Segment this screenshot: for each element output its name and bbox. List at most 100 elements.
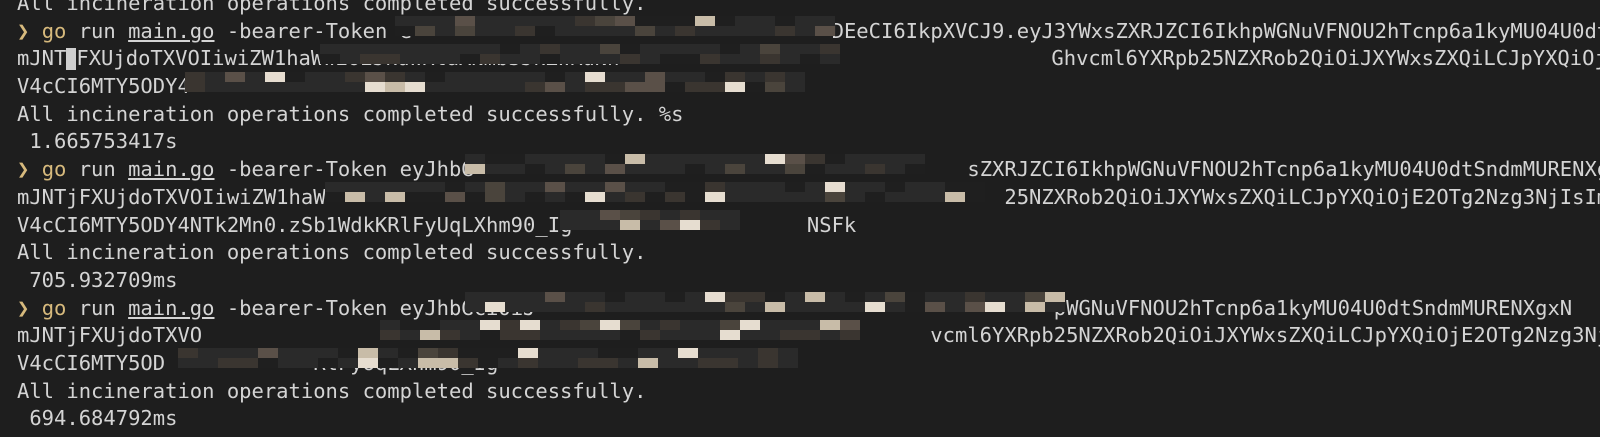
redaction-pixel bbox=[905, 154, 925, 164]
output-line: All incineration operations completed su… bbox=[17, 378, 1600, 406]
redaction-pixel bbox=[445, 82, 465, 92]
redaction-pixel bbox=[545, 82, 565, 92]
redaction-pixel bbox=[405, 192, 425, 202]
redaction-pixel bbox=[538, 348, 558, 358]
redaction-pixel bbox=[905, 302, 925, 312]
redaction-pixel bbox=[425, 182, 445, 192]
redaction-pixel bbox=[600, 320, 620, 330]
redaction-pixel bbox=[845, 164, 865, 174]
redaction-pixel bbox=[505, 182, 525, 192]
redaction-pixel bbox=[700, 210, 720, 220]
redaction-pixel bbox=[785, 182, 805, 192]
redaction-pixel bbox=[605, 292, 625, 302]
redaction-pixel bbox=[338, 348, 358, 358]
redaction-pixel bbox=[595, 16, 615, 26]
redaction-pixel bbox=[325, 182, 345, 192]
redaction-pixel bbox=[600, 44, 620, 54]
redaction-pixel bbox=[945, 182, 965, 192]
redaction-pixel bbox=[640, 320, 660, 330]
redaction-pixel bbox=[525, 154, 545, 164]
redaction-pixel bbox=[400, 44, 420, 54]
redaction-pixel bbox=[465, 292, 485, 302]
redaction-pixel bbox=[740, 54, 760, 64]
redaction-pixel bbox=[705, 154, 725, 164]
redaction-pixel bbox=[380, 44, 400, 54]
redaction-pixel bbox=[825, 154, 845, 164]
redaction-pixel bbox=[520, 320, 540, 330]
redaction-pixel bbox=[885, 154, 905, 164]
redaction-pixel bbox=[695, 26, 715, 36]
redaction-pixel bbox=[865, 164, 885, 174]
redaction-pixel bbox=[495, 16, 515, 26]
redaction-pixel bbox=[445, 72, 465, 82]
redaction-pixel bbox=[845, 302, 865, 312]
redaction-pixel bbox=[745, 292, 765, 302]
redaction-pixel bbox=[545, 292, 565, 302]
redaction-pixel bbox=[545, 164, 565, 174]
redaction-pixel bbox=[735, 16, 755, 26]
terminal-window[interactable]: All incineration operations completed su… bbox=[0, 0, 1600, 437]
command-file-link[interactable]: main.go bbox=[128, 157, 214, 181]
redaction-pixel bbox=[865, 154, 885, 164]
redaction-pixel bbox=[655, 26, 675, 36]
redaction-pixel bbox=[725, 164, 745, 174]
redaction-pixel bbox=[805, 192, 825, 202]
command-go: go bbox=[41, 157, 67, 182]
redaction-pixel bbox=[780, 330, 800, 340]
redaction-pixel bbox=[465, 154, 485, 164]
redaction-pixel bbox=[925, 192, 945, 202]
command-file-link[interactable]: main.go bbox=[128, 296, 214, 320]
redaction-pixel bbox=[505, 302, 525, 312]
output-text: All incineration operations completed su… bbox=[17, 0, 647, 15]
redaction-pixel bbox=[420, 44, 440, 54]
redaction-pixel bbox=[560, 210, 580, 220]
redaction-pixel bbox=[775, 16, 795, 26]
redaction-pixel bbox=[585, 164, 605, 174]
redaction-pixel bbox=[675, 26, 695, 36]
redaction-pixel bbox=[705, 182, 725, 192]
redaction-pixel bbox=[345, 182, 365, 192]
redaction-pixel bbox=[435, 26, 455, 36]
redaction-pixel bbox=[480, 320, 500, 330]
redaction-pixel bbox=[298, 358, 318, 368]
redaction-pixel bbox=[478, 348, 498, 358]
redaction-pixel bbox=[505, 72, 525, 82]
redaction-pixel bbox=[1005, 292, 1025, 302]
redaction-pixel bbox=[565, 164, 585, 174]
redaction-pixel bbox=[425, 192, 445, 202]
redaction-pixel bbox=[185, 82, 205, 92]
redaction-pixel bbox=[545, 192, 565, 202]
redaction-pixel bbox=[420, 330, 440, 340]
command-file-link[interactable]: main.go bbox=[128, 19, 214, 43]
redaction-pixel bbox=[238, 358, 258, 368]
redaction-pixel bbox=[825, 164, 845, 174]
output-line: All incineration operations completed su… bbox=[17, 101, 1600, 129]
redaction-pixel bbox=[520, 44, 540, 54]
redaction-pixel bbox=[825, 302, 845, 312]
redaction-pixel bbox=[705, 164, 725, 174]
text-cursor bbox=[66, 48, 77, 71]
redaction-pixel bbox=[460, 330, 480, 340]
redaction-pixel bbox=[480, 330, 500, 340]
command-flag: -bearer-Token bbox=[214, 157, 400, 182]
redaction-pixel bbox=[555, 16, 575, 26]
redaction-pixel bbox=[320, 54, 340, 64]
redaction-pixel bbox=[480, 44, 500, 54]
redaction-pixel bbox=[685, 164, 705, 174]
redaction-pixel bbox=[565, 72, 585, 82]
redaction-pixel bbox=[258, 358, 278, 368]
redaction-pixel bbox=[518, 348, 538, 358]
redaction-pixel bbox=[185, 72, 205, 82]
redaction-pixel bbox=[380, 320, 400, 330]
redaction-pixel bbox=[325, 72, 345, 82]
prompt-chevron-icon: ❯ bbox=[17, 157, 42, 182]
redaction-pixel bbox=[785, 192, 805, 202]
redaction-pixel bbox=[385, 192, 405, 202]
redaction-pixel bbox=[685, 72, 705, 82]
redaction-pixel bbox=[520, 330, 540, 340]
redaction-pixel bbox=[785, 82, 805, 92]
redaction-pixel bbox=[600, 210, 620, 220]
redaction-pixel bbox=[438, 348, 458, 358]
redaction-pixel bbox=[1045, 292, 1065, 302]
redaction-pixel bbox=[618, 348, 638, 358]
